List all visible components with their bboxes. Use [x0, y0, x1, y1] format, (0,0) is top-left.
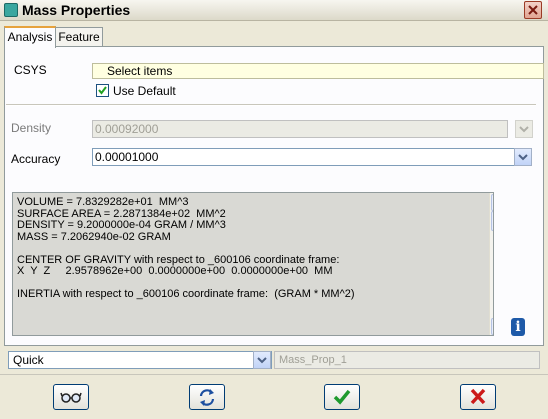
mode-select-value: Quick — [13, 353, 44, 367]
feature-name-field: Mass_Prop_1 — [274, 351, 540, 369]
separator — [6, 104, 536, 106]
title-bar: Mass Properties — [0, 0, 548, 21]
chevron-down-icon — [492, 319, 494, 334]
dialog-icon — [4, 3, 18, 17]
result-line: X Y Z 2.9578962e+00 0.0000000e+00 0.0000… — [17, 265, 333, 277]
checkmark-icon — [98, 86, 107, 95]
window-close-button[interactable] — [524, 1, 542, 19]
preview-button[interactable] — [53, 384, 89, 410]
chevron-up-icon — [492, 195, 494, 210]
csys-label: CSYS — [14, 63, 47, 77]
mode-dropdown-button[interactable] — [253, 351, 271, 369]
glasses-icon — [60, 392, 82, 403]
results-content: VOLUME = 7.8329282e+01 MM^3 SURFACE AREA… — [13, 193, 493, 301]
accuracy-dropdown-button[interactable] — [514, 148, 532, 166]
results-scrollbar[interactable] — [489, 193, 494, 335]
grip-icon — [492, 212, 494, 230]
scroll-up-button[interactable] — [491, 194, 494, 211]
result-line — [13, 243, 493, 255]
close-icon — [528, 5, 538, 15]
result-line: VOLUME = 7.8329282e+01 MM^3 — [17, 196, 189, 208]
result-line: INERTIA with respect to _600106 coordina… — [17, 288, 355, 300]
refresh-icon — [199, 389, 215, 406]
results-text-area[interactable]: VOLUME = 7.8329282e+01 MM^3 SURFACE AREA… — [12, 192, 494, 336]
result-line: MASS = 7.2062940e-02 GRAM — [17, 230, 171, 243]
result-line: DENSITY = 9.2000000e-04 GRAM / MM^3 — [17, 219, 226, 231]
mode-select[interactable]: Quick — [8, 351, 272, 369]
repaint-button[interactable] — [189, 384, 225, 410]
density-dropdown-button — [515, 120, 533, 138]
chevron-down-icon — [518, 154, 528, 161]
cancel-button[interactable] — [460, 384, 496, 410]
tab-analysis-label: Analysis — [7, 30, 53, 44]
tab-analysis[interactable]: Analysis — [4, 26, 56, 48]
info-icon[interactable]: i — [511, 318, 525, 336]
chevron-down-icon — [519, 126, 529, 133]
tab-feature-label: Feature — [58, 30, 100, 44]
density-field: 0.00092000 — [92, 120, 508, 138]
close-x-icon — [470, 388, 486, 405]
accuracy-input[interactable]: 0.00001000 — [92, 148, 516, 166]
window-title: Mass Properties — [22, 2, 131, 18]
csys-select-items-field[interactable]: Select items — [92, 63, 544, 79]
accuracy-label: Accuracy — [11, 152, 61, 166]
use-default-checkbox[interactable] — [96, 84, 109, 97]
density-label: Density — [11, 121, 52, 135]
scroll-thumb[interactable] — [491, 211, 494, 231]
ok-button[interactable] — [324, 384, 360, 410]
scroll-down-button[interactable] — [491, 318, 494, 335]
chevron-down-icon — [257, 357, 267, 364]
use-default-label: Use Default — [113, 84, 176, 98]
tab-feature[interactable]: Feature — [55, 27, 103, 46]
checkmark-icon — [333, 389, 351, 405]
